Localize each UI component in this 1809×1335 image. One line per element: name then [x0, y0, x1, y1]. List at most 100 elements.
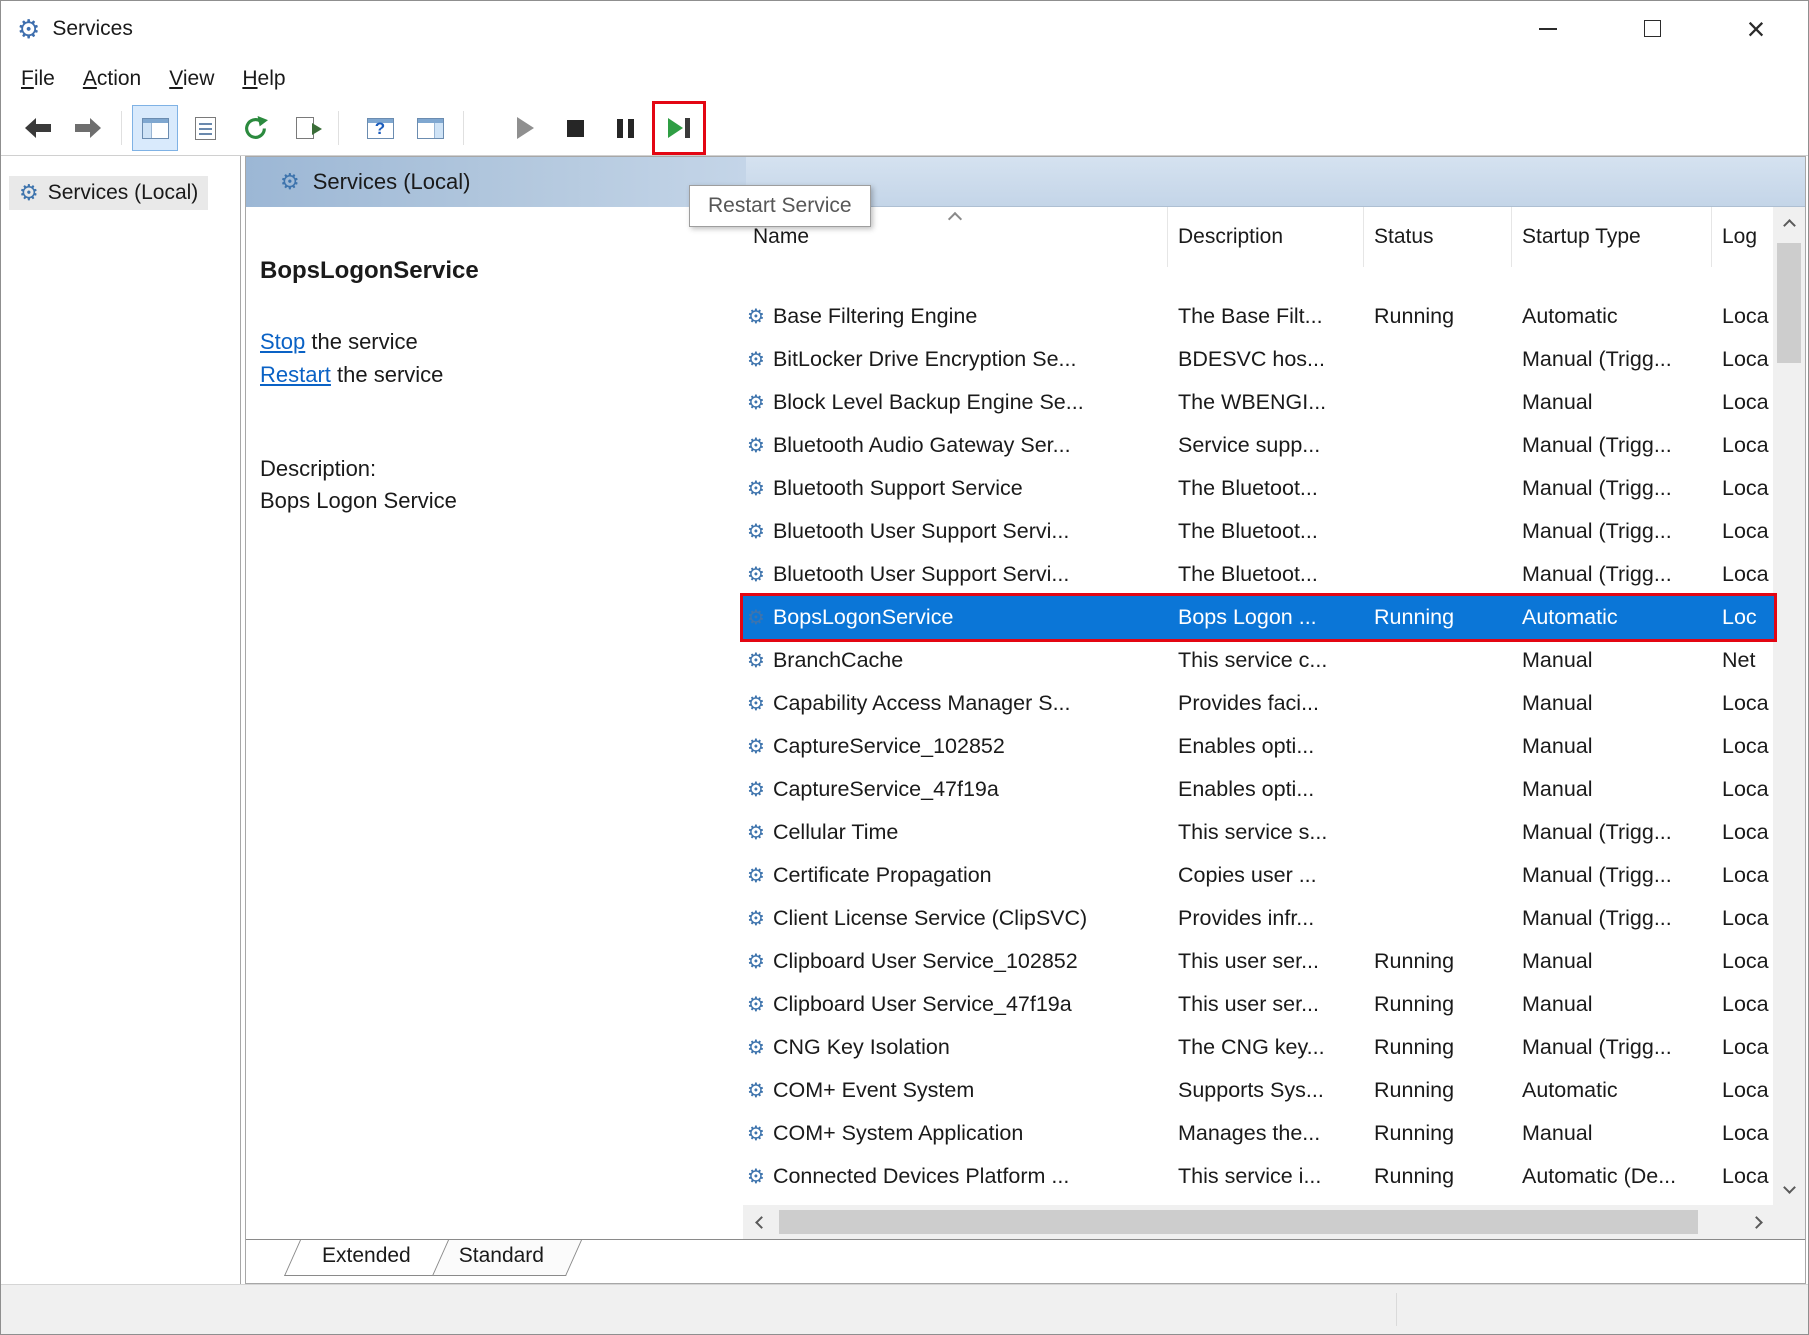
back-button[interactable]: [15, 105, 61, 151]
service-name-cell: Block Level Backup Engine Se...: [743, 390, 1168, 415]
start-service-button[interactable]: [502, 105, 548, 151]
service-description: This user ser...: [1168, 992, 1364, 1017]
horizontal-scrollbar[interactable]: [743, 1205, 1774, 1239]
table-row[interactable]: Cellular Time This service s... Manual (…: [743, 811, 1774, 854]
forward-button[interactable]: [65, 105, 111, 151]
table-row[interactable]: COM+ System Application Manages the... R…: [743, 1112, 1774, 1155]
tree-item-services-local[interactable]: Services (Local): [9, 176, 208, 210]
service-name-cell: Client License Service (ClipSVC): [743, 906, 1168, 931]
menu-view[interactable]: View: [155, 63, 228, 95]
stop-icon: [567, 120, 584, 137]
table-row[interactable]: Bluetooth User Support Servi... The Blue…: [743, 510, 1774, 553]
service-description: This service i...: [1168, 1164, 1364, 1189]
service-name-cell: COM+ System Application: [743, 1121, 1168, 1146]
service-status: Running: [1364, 1164, 1512, 1189]
vertical-scroll-thumb[interactable]: [1777, 243, 1801, 363]
table-row[interactable]: Clipboard User Service_102852 This user …: [743, 940, 1774, 983]
restart-service-link[interactable]: Restart: [260, 362, 331, 387]
console-tree-icon: [142, 118, 169, 139]
stop-service-link[interactable]: Stop: [260, 329, 305, 354]
minimize-button[interactable]: [1496, 1, 1600, 56]
restart-service-button[interactable]: [658, 107, 700, 149]
service-name: CNG Key Isolation: [773, 1035, 950, 1060]
tab-standard[interactable]: Standard: [429, 1240, 574, 1276]
service-gear-icon: [747, 909, 765, 929]
table-row[interactable]: CNG Key Isolation The CNG key... Running…: [743, 1026, 1774, 1069]
service-name: BopsLogonService: [773, 605, 953, 630]
table-row[interactable]: Certificate Propagation Copies user ... …: [743, 854, 1774, 897]
column-header-log-on-as[interactable]: Log: [1712, 207, 1774, 267]
maximize-button[interactable]: [1600, 1, 1704, 56]
table-row[interactable]: Connected Devices Platform ... This serv…: [743, 1155, 1774, 1198]
table-row[interactable]: COM+ Event System Supports Sys... Runnin…: [743, 1069, 1774, 1112]
service-startup-type: Manual (Trigg...: [1512, 476, 1712, 501]
close-button[interactable]: ×: [1704, 1, 1808, 56]
service-name: Block Level Backup Engine Se...: [773, 390, 1084, 415]
menu-file[interactable]: File: [7, 63, 69, 95]
scroll-up-button[interactable]: [1773, 207, 1805, 239]
service-name: COM+ Event System: [773, 1078, 974, 1103]
table-row[interactable]: Block Level Backup Engine Se... The WBEN…: [743, 381, 1774, 424]
service-description: The WBENGI...: [1168, 390, 1364, 415]
table-row[interactable]: CaptureService_47f19a Enables opti... Ma…: [743, 768, 1774, 811]
service-startup-type: Manual: [1512, 648, 1712, 673]
maximize-icon: [1644, 20, 1661, 37]
stop-service-button[interactable]: [552, 105, 598, 151]
service-startup-type: Automatic: [1512, 304, 1712, 329]
table-row[interactable]: BitLocker Drive Encryption Se... BDESVC …: [743, 338, 1774, 381]
table-row[interactable]: Bluetooth Support Service The Bluetoot..…: [743, 467, 1774, 510]
window-title: Services: [52, 17, 133, 41]
table-row[interactable]: BranchCache This service c... Manual Net: [743, 639, 1774, 682]
tree-item-label: Services (Local): [48, 181, 199, 205]
show-hide-console-tree-button[interactable]: [132, 105, 178, 151]
table-row[interactable]: Clipboard User Service_47f19a This user …: [743, 983, 1774, 1026]
tab-standard-label: Standard: [429, 1240, 574, 1268]
toolbar-separator: [463, 111, 464, 145]
refresh-button[interactable]: [232, 105, 278, 151]
menu-help[interactable]: Help: [228, 63, 299, 95]
toolbar: [1, 101, 1808, 156]
scroll-down-button[interactable]: [1773, 1173, 1805, 1205]
main-header-title: Services (Local): [313, 169, 471, 195]
column-header-startup-type[interactable]: Startup Type: [1512, 207, 1712, 267]
scroll-left-button[interactable]: [743, 1205, 775, 1239]
export-list-button[interactable]: [282, 105, 328, 151]
properties-button[interactable]: [182, 105, 228, 151]
horizontal-scroll-track[interactable]: [775, 1205, 1742, 1239]
column-header-label: Log: [1722, 225, 1757, 249]
menu-action[interactable]: Action: [69, 63, 155, 95]
table-row[interactable]: BopsLogonService Bops Logon ... Running …: [743, 596, 1774, 639]
tab-extended[interactable]: Extended: [292, 1240, 441, 1276]
column-header-label: Name: [753, 225, 809, 249]
service-description: The Bluetoot...: [1168, 562, 1364, 587]
service-gear-icon: [747, 651, 765, 671]
table-row[interactable]: Capability Access Manager S... Provides …: [743, 682, 1774, 725]
table-row[interactable]: Base Filtering Engine The Base Filt... R…: [743, 295, 1774, 338]
service-startup-type: Manual (Trigg...: [1512, 562, 1712, 587]
scroll-right-button[interactable]: [1742, 1205, 1774, 1239]
menu-action-rest: ction: [97, 67, 141, 90]
show-hide-action-pane-button[interactable]: [407, 105, 453, 151]
service-log-on-as: Loca: [1712, 820, 1774, 845]
column-header-description[interactable]: Description: [1168, 207, 1364, 267]
service-name: Clipboard User Service_47f19a: [773, 992, 1072, 1017]
table-row[interactable]: Bluetooth Audio Gateway Ser... Service s…: [743, 424, 1774, 467]
service-gear-icon: [747, 307, 765, 327]
horizontal-scroll-thumb[interactable]: [779, 1210, 1698, 1234]
help-icon: [367, 118, 394, 139]
service-startup-type: Manual: [1512, 390, 1712, 415]
service-name: Bluetooth User Support Servi...: [773, 562, 1069, 587]
column-header-status[interactable]: Status: [1364, 207, 1512, 267]
service-startup-type: Automatic: [1512, 605, 1712, 630]
service-description: The Bluetoot...: [1168, 519, 1364, 544]
service-log-on-as: Loca: [1712, 562, 1774, 587]
vertical-scrollbar[interactable]: [1773, 207, 1805, 1205]
table-row[interactable]: Bluetooth User Support Servi... The Blue…: [743, 553, 1774, 596]
help-button[interactable]: [357, 105, 403, 151]
close-icon: ×: [1747, 13, 1766, 45]
table-row[interactable]: CaptureService_102852 Enables opti... Ma…: [743, 725, 1774, 768]
vertical-scroll-track[interactable]: [1773, 239, 1805, 1173]
pause-service-button[interactable]: [602, 105, 648, 151]
service-startup-type: Manual (Trigg...: [1512, 820, 1712, 845]
table-row[interactable]: Client License Service (ClipSVC) Provide…: [743, 897, 1774, 940]
